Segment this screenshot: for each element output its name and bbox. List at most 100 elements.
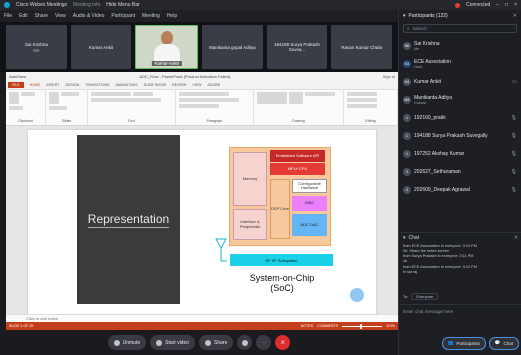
mpu-cpu-block: MPU/ CPU bbox=[270, 163, 325, 175]
zoom-slider bbox=[342, 323, 383, 329]
connection-status[interactable]: Connected bbox=[466, 2, 490, 8]
participant-row[interactable]: 1 197252 Akshay Kumar 🎙 bbox=[403, 145, 517, 163]
ribbon-group-label: Editing bbox=[365, 119, 376, 123]
maximize-button[interactable]: □ bbox=[505, 2, 508, 8]
participant-row[interactable]: EA ECE Association Host bbox=[403, 55, 517, 73]
soc-diagram: Memory Interface & Peripherals Embedded … bbox=[229, 147, 331, 246]
start-video-button[interactable]: Start video bbox=[150, 335, 196, 350]
chat-icon: 💬 bbox=[494, 340, 501, 345]
dsp-core-block: DSP Core bbox=[270, 179, 290, 239]
chat-input[interactable]: Enter chat message here bbox=[399, 304, 521, 328]
search-icon: ⌕ bbox=[407, 26, 410, 31]
participant-row[interactable]: 2 202627_Sethuraman 🎙 bbox=[403, 163, 517, 181]
participant-video-strip: Sai Krishna Me Kumar Ankit Kumar Ankit M… bbox=[0, 22, 398, 72]
participant-row[interactable]: 1 192160_pratik 🎙 bbox=[403, 109, 517, 127]
chat-header: ▾ Chat ✕ bbox=[399, 232, 521, 242]
tile-name: 194188 Surya Prakash Suvva... bbox=[274, 42, 320, 52]
chat-to-label: To: bbox=[403, 294, 409, 299]
ppt-tab-transitions: TRANSITIONS bbox=[85, 82, 110, 87]
record-button[interactable] bbox=[237, 335, 253, 350]
participant-name: Kumar Ankit bbox=[414, 79, 441, 85]
close-button[interactable]: × bbox=[514, 2, 517, 8]
menu-audio-video[interactable]: Audio & Video bbox=[73, 13, 105, 19]
slide: Representation Memory Interface & Periph… bbox=[28, 130, 376, 315]
connection-status-icon bbox=[455, 2, 461, 8]
ribbon-group-label: Drawing bbox=[292, 119, 305, 123]
participant-search-input[interactable]: ⌕ Search bbox=[403, 24, 517, 33]
tile-name: Sai Krishna bbox=[24, 41, 48, 47]
video-tile[interactable]: Kumar Ankit bbox=[70, 25, 132, 69]
webex-window: Cisco Webex Meetings Meeting info Hide M… bbox=[0, 0, 521, 355]
participants-header: ▾ Participants (122) ✕ bbox=[399, 10, 521, 22]
more-options-button[interactable]: ⋯ bbox=[256, 335, 272, 350]
chat-recipient-select[interactable]: Everyone bbox=[411, 293, 439, 300]
embedded-software-block: Embedded Software API bbox=[270, 150, 325, 162]
ppt-tab-slideshow: SLIDE SHOW bbox=[143, 82, 167, 87]
ppt-tab-adobe: ADOBE bbox=[207, 82, 221, 87]
participant-row[interactable]: 1 194188 Surya Prakash Suvvgally 🎙 bbox=[403, 127, 517, 145]
participant-row[interactable]: 2 202609_Deepak Agrawal 🎙 bbox=[403, 181, 517, 199]
tile-name: Kumar Ankit bbox=[151, 61, 182, 66]
menu-help[interactable]: Help bbox=[167, 13, 177, 19]
ppt-tab-review: REVIEW bbox=[172, 82, 187, 87]
chat-panel-button[interactable]: 💬 Chat bbox=[488, 336, 519, 350]
chat-recipient: To: Everyone bbox=[403, 293, 518, 300]
close-chat-icon[interactable]: ✕ bbox=[514, 235, 518, 241]
menu-share[interactable]: Share bbox=[35, 13, 48, 19]
avatar: EA bbox=[403, 60, 411, 68]
chat-messages: from ECE Association to everyone: 3:10 P… bbox=[403, 244, 518, 275]
muted-icon: 🎙 bbox=[510, 151, 517, 157]
avatar: 1 bbox=[403, 150, 411, 158]
tile-sub: Me bbox=[33, 47, 40, 53]
menu-participant[interactable]: Participant bbox=[111, 13, 135, 19]
video-tile[interactable]: Sai Krishna Me bbox=[6, 25, 67, 69]
menu-meeting[interactable]: Meeting bbox=[142, 13, 160, 19]
ribbon-group-label: Font bbox=[128, 119, 135, 123]
meeting-info-link[interactable]: Meeting info bbox=[73, 2, 100, 8]
unmute-button[interactable]: Unmute bbox=[107, 335, 147, 350]
avatar: 2 bbox=[403, 168, 411, 176]
participants-panel-button[interactable]: 👥 Participants bbox=[441, 336, 486, 350]
participant-name: 194188 Surya Prakash Suvvgally bbox=[414, 133, 488, 139]
video-tile[interactable]: Ravan Kumar Chala bbox=[331, 25, 393, 69]
participant-row[interactable]: MA Manikanta Aditya Cohost bbox=[403, 91, 517, 109]
title-bar-right: Connected – □ × bbox=[455, 2, 517, 8]
close-participants-icon[interactable]: ✕ bbox=[513, 13, 517, 19]
representation-title: Representation bbox=[87, 211, 170, 228]
status-notes: NOTES bbox=[300, 324, 314, 328]
chevron-down-icon[interactable]: ▾ bbox=[403, 13, 406, 19]
ribbon-group-paragraph: Paragraph bbox=[176, 90, 254, 125]
menu-edit[interactable]: Edit bbox=[19, 13, 28, 19]
ppt-status-bar: SLIDE 1 OF 35 NOTES COMMENTS 110% bbox=[6, 322, 398, 330]
share-button[interactable]: Share bbox=[199, 335, 234, 350]
ribbon-group-label: Slides bbox=[61, 119, 72, 123]
ppt-tab-design: DESIGN bbox=[65, 82, 80, 87]
share-label: Share bbox=[214, 339, 228, 346]
participant-name: 197252 Akshay Kumar bbox=[414, 151, 465, 157]
hide-menu-bar-button[interactable]: Hide Menu Bar bbox=[106, 2, 139, 8]
menu-file[interactable]: File bbox=[4, 13, 12, 19]
rf-subsystem-block: RF I/F Subsystem bbox=[230, 254, 333, 266]
video-tile[interactable]: Manikanta gopal Aditya bbox=[202, 25, 263, 69]
end-icon: × bbox=[280, 338, 286, 347]
participant-name: 202609_Deepak Agrawal bbox=[414, 187, 470, 193]
avatar: SK bbox=[403, 42, 411, 50]
active-speaker-video-tile[interactable]: Kumar Ankit bbox=[135, 25, 199, 69]
ppt-tab-file: FILE bbox=[8, 81, 24, 88]
participant-row[interactable]: SK Sai Krishna Me bbox=[403, 37, 517, 55]
end-meeting-button[interactable]: × bbox=[275, 335, 291, 350]
tile-name: Kumar Ankit bbox=[88, 44, 114, 50]
record-icon bbox=[241, 339, 248, 346]
camera-icon bbox=[156, 339, 163, 346]
menu-view[interactable]: View bbox=[55, 13, 66, 19]
right-panel: ▾ Participants (122) ✕ ⌕ Search SK Sai K… bbox=[398, 10, 521, 355]
video-tile[interactable]: 194188 Surya Prakash Suvva... bbox=[266, 25, 328, 69]
slide-counter: SLIDE 1 OF 35 bbox=[9, 324, 34, 328]
ribbon-group-drawing: Drawing bbox=[254, 90, 344, 125]
muted-icon: 🎙 bbox=[510, 133, 517, 139]
participant-row[interactable]: KA Kumar Ankit ▭ bbox=[403, 73, 517, 91]
participant-name: 192160_pratik bbox=[414, 115, 446, 121]
minimize-button[interactable]: – bbox=[496, 2, 499, 8]
participant-role: Cohost bbox=[414, 101, 427, 105]
chevron-down-icon[interactable]: ▾ bbox=[403, 235, 406, 241]
